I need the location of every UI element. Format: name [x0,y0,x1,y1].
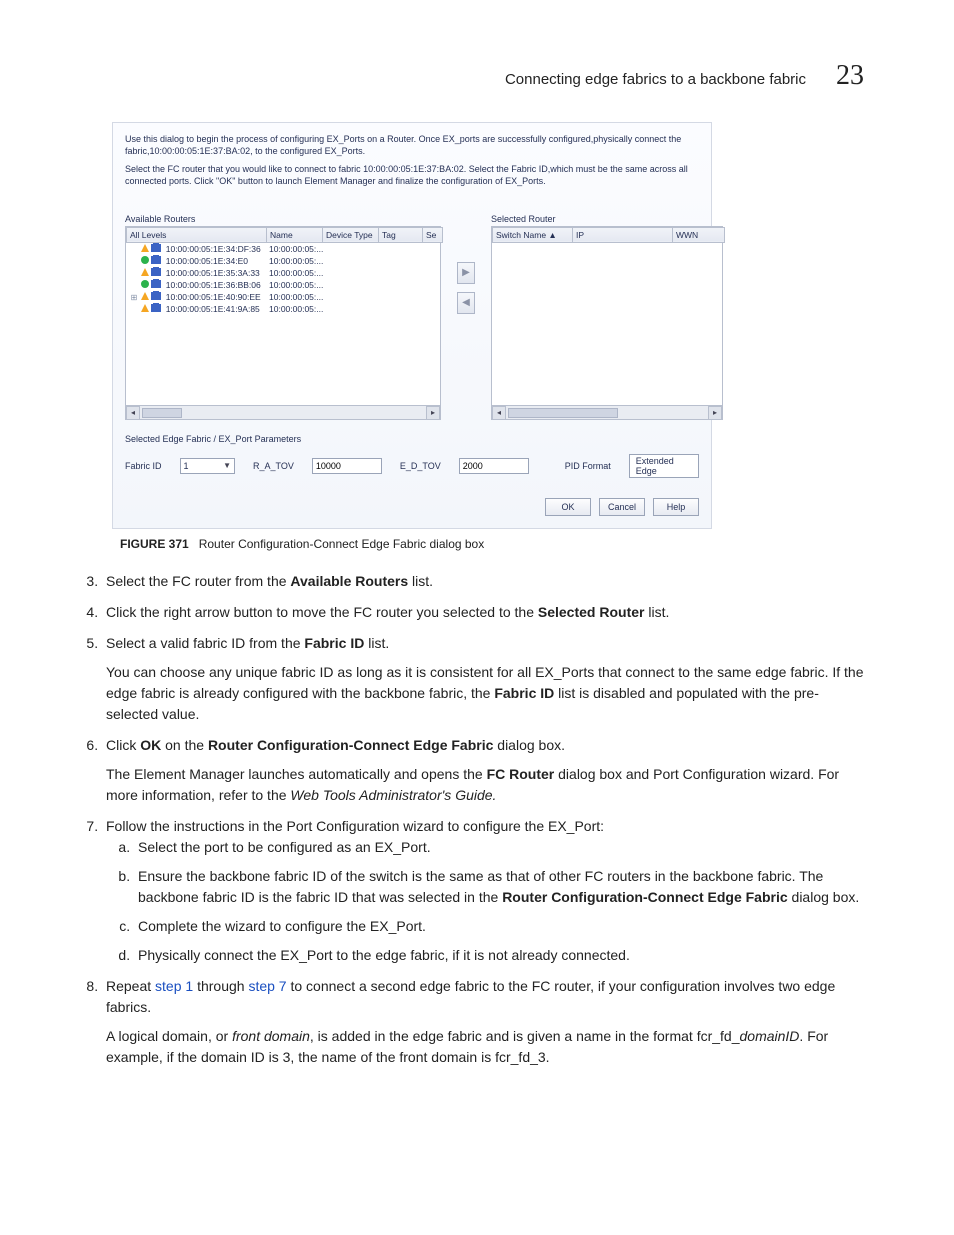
table-row[interactable]: 10:00:00:05:1E:41:9A:8510:00:00:05:... [126,303,440,315]
switch-icon [151,280,161,288]
chapter-number: 23 [836,60,864,92]
scroll-right-icon[interactable]: ▸ [708,406,722,420]
move-buttons: ▶ ◀ [457,262,475,314]
scroll-thumb[interactable] [142,408,182,418]
table-row[interactable]: 10:00:00:05:1E:34:DF:3610:00:00:05:... [126,243,440,255]
selected-router-label: Selected Router [491,214,723,224]
pid-format-value: Extended Edge [629,454,699,478]
scroll-left-icon[interactable]: ◂ [492,406,506,420]
figure-caption: FIGURE 371 Router Configuration-Connect … [120,537,864,551]
warning-icon [141,304,149,312]
col-switch-name[interactable]: Switch Name ▲ [493,227,573,242]
step-7-sublist: Select the port to be configured as an E… [134,837,864,966]
table-row[interactable]: 10:00:00:05:1E:34:E010:00:00:05:... [126,255,440,267]
step-list: Select the FC router from the Available … [102,571,864,1068]
switch-icon [151,244,161,252]
step-7b: Ensure the backbone fabric ID of the swi… [134,866,864,908]
step-4: Click the right arrow button to move the… [102,602,864,623]
col-serial[interactable]: Se [423,227,443,242]
ok-icon [141,256,149,264]
chevron-down-icon: ▼ [223,461,231,470]
step-5: Select a valid fabric ID from the Fabric… [102,633,864,725]
section-title: Connecting edge fabrics to a backbone fa… [505,71,806,88]
switch-icon [151,292,161,300]
table-row[interactable]: ⊞ 10:00:00:05:1E:40:90:EE10:00:00:05:... [126,291,440,303]
col-name[interactable]: Name [267,227,323,242]
edtov-input[interactable] [459,458,529,474]
col-all-levels[interactable]: All Levels [127,227,267,242]
dialog-instruction: Select the FC router that you would like… [125,163,699,187]
step-7d: Physically connect the EX_Port to the ed… [134,945,864,966]
col-ip[interactable]: IP [573,227,673,242]
figure-text: Router Configuration-Connect Edge Fabric… [199,537,485,551]
move-right-button[interactable]: ▶ [457,262,475,284]
step-6: Click OK on the Router Configuration-Con… [102,735,864,806]
params-title: Selected Edge Fabric / EX_Port Parameter… [125,434,699,444]
link-step-7[interactable]: step 7 [248,978,286,994]
warning-icon [141,292,149,300]
selected-router-table[interactable]: Switch Name ▲ IP WWN ◂ ▸ [491,226,723,420]
cancel-button[interactable]: Cancel [599,498,645,516]
fabric-id-select[interactable]: 1 ▼ [180,458,236,474]
switch-icon [151,304,161,312]
warning-icon [141,244,149,252]
scroll-right-icon[interactable]: ▸ [426,406,440,420]
col-device-type[interactable]: Device Type [323,227,379,242]
dialog-intro: Use this dialog to begin the process of … [125,133,699,157]
available-routers-table[interactable]: All Levels Name Device Type Tag Se 10:00… [125,226,441,420]
col-wwn[interactable]: WWN [673,227,725,242]
step-8-note: A logical domain, or front domain, is ad… [106,1026,864,1068]
move-left-button[interactable]: ◀ [457,292,475,314]
warning-icon [141,268,149,276]
ratov-label: R_A_TOV [253,461,294,471]
pid-format-label: PID Format [565,461,611,471]
ok-button[interactable]: OK [545,498,591,516]
table-row[interactable]: 10:00:00:05:1E:36:BB:0610:00:00:05:... [126,279,440,291]
router-config-dialog: Use this dialog to begin the process of … [112,122,712,529]
fabric-id-label: Fabric ID [125,461,162,471]
step-6-note: The Element Manager launches automatical… [106,764,864,806]
scroll-left-icon[interactable]: ◂ [126,406,140,420]
scroll-thumb[interactable] [508,408,618,418]
link-step-1[interactable]: step 1 [155,978,193,994]
switch-icon [151,256,161,264]
available-hscroll[interactable]: ◂ ▸ [126,405,440,419]
step-7c: Complete the wizard to configure the EX_… [134,916,864,937]
ok-icon [141,280,149,288]
help-button[interactable]: Help [653,498,699,516]
step-5-note: You can choose any unique fabric ID as l… [106,662,864,725]
ratov-input[interactable] [312,458,382,474]
edtov-label: E_D_TOV [400,461,441,471]
dialog-buttons: OK Cancel Help [125,498,699,516]
switch-icon [151,268,161,276]
figure-label: FIGURE 371 [120,537,189,551]
table-row[interactable]: 10:00:00:05:1E:35:3A:3310:00:00:05:... [126,267,440,279]
step-8: Repeat step 1 through step 7 to connect … [102,976,864,1068]
page-header: Connecting edge fabrics to a backbone fa… [90,60,864,92]
step-7a: Select the port to be configured as an E… [134,837,864,858]
col-tag[interactable]: Tag [379,227,423,242]
step-7: Follow the instructions in the Port Conf… [102,816,864,966]
page: Connecting edge fabrics to a backbone fa… [0,0,954,1235]
selected-hscroll[interactable]: ◂ ▸ [492,405,722,419]
step-3: Select the FC router from the Available … [102,571,864,592]
available-routers-label: Available Routers [125,214,441,224]
params-row: Fabric ID 1 ▼ R_A_TOV E_D_TOV PID Format… [125,454,699,478]
fabric-id-value: 1 [184,461,189,471]
